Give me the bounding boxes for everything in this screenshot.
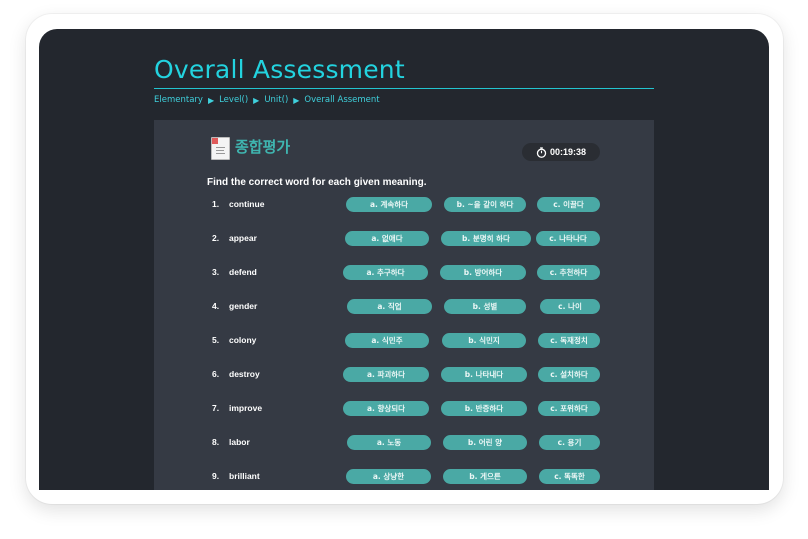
answer-option-c-button[interactable]: c. 포위하다	[538, 401, 600, 416]
question-number: 9.	[212, 471, 220, 481]
answer-option-a-button[interactable]: a. 추구하다	[343, 265, 428, 280]
answer-option-c-button[interactable]: c. 독재정치	[538, 333, 600, 348]
timer-value: 00:19:38	[549, 147, 587, 157]
answer-option-c-button[interactable]: c. 이끌다	[537, 197, 600, 212]
answer-option-b-button[interactable]: b. 반증하다	[441, 401, 527, 416]
app-screen: Overall Assessment Elementary ▶ Level() …	[39, 29, 769, 490]
question-row: 3. defend a. 추구하다 b. 방어하다 c. 추천하다	[154, 265, 654, 281]
question-row: 9. brilliant a. 상냥한 b. 게으른 c. 똑똑한	[154, 469, 654, 485]
answer-option-b-button[interactable]: b. 어린 양	[443, 435, 527, 450]
question-row: 4. gender a. 직업 b. 성별 c. 나이	[154, 299, 654, 315]
question-word: destroy	[229, 369, 260, 379]
question-number: 8.	[212, 437, 220, 447]
question-word: gender	[229, 301, 258, 311]
question-number: 5.	[212, 335, 220, 345]
breadcrumb-item-unit[interactable]: Unit()	[264, 95, 288, 105]
question-row: 7. improve a. 향상되다 b. 반증하다 c. 포위하다	[154, 401, 654, 417]
question-row: 1. continue a. 계속하다 b. ~을 같이 하다 c. 이끌다	[154, 197, 654, 213]
question-row: 6. destroy a. 파괴하다 b. 나타내다 c. 설치하다	[154, 367, 654, 383]
answer-option-b-button[interactable]: b. 방어하다	[440, 265, 526, 280]
answer-option-c-button[interactable]: c. 용기	[539, 435, 600, 450]
question-row: 5. colony a. 식민주 b. 식민지 c. 독재정치	[154, 333, 654, 349]
answer-option-b-button[interactable]: b. ~을 같이 하다	[444, 197, 526, 212]
title-divider	[154, 88, 654, 89]
answer-option-c-button[interactable]: c. 추천하다	[537, 265, 600, 280]
instruction-text: Find the correct word for each given mea…	[207, 177, 427, 188]
breadcrumb: Elementary ▶ Level() ▶ Unit() ▶ Overall …	[154, 95, 380, 105]
answer-option-a-button[interactable]: a. 없애다	[345, 231, 429, 246]
page-title: Overall Assessment	[154, 55, 405, 84]
question-number: 7.	[212, 403, 220, 413]
assessment-panel: 종합평가 00:19:38 Find the correct word for …	[154, 120, 654, 490]
question-word: colony	[229, 335, 257, 345]
breadcrumb-item-level[interactable]: Level()	[219, 95, 248, 105]
answer-option-a-button[interactable]: a. 계속하다	[346, 197, 432, 212]
answer-option-b-button[interactable]: b. 나타내다	[441, 367, 527, 382]
answer-option-b-button[interactable]: b. 식민지	[442, 333, 526, 348]
question-word: labor	[229, 437, 250, 447]
breadcrumb-item-current: Overall Assement	[304, 95, 380, 105]
breadcrumb-arrow-icon: ▶	[253, 95, 260, 105]
question-word: continue	[229, 199, 265, 209]
answer-option-b-button[interactable]: b. 분명히 하다	[441, 231, 531, 246]
answer-option-b-button[interactable]: b. 게으른	[443, 469, 527, 484]
question-number: 3.	[212, 267, 220, 277]
question-word: defend	[229, 267, 257, 277]
document-icon	[211, 137, 230, 160]
answer-option-c-button[interactable]: c. 나타나다	[536, 231, 600, 246]
answer-option-a-button[interactable]: a. 노동	[347, 435, 431, 450]
timer-badge: 00:19:38	[522, 143, 600, 161]
question-number: 4.	[212, 301, 220, 311]
answer-option-c-button[interactable]: c. 나이	[540, 299, 600, 314]
breadcrumb-arrow-icon: ▶	[293, 95, 300, 105]
question-word: brilliant	[229, 471, 260, 481]
question-word: appear	[229, 233, 257, 243]
question-number: 1.	[212, 199, 220, 209]
question-row: 2. appear a. 없애다 b. 분명히 하다 c. 나타나다	[154, 231, 654, 247]
answer-option-a-button[interactable]: a. 파괴하다	[343, 367, 429, 382]
question-row: 8. labor a. 노동 b. 어린 양 c. 용기	[154, 435, 654, 451]
answer-option-a-button[interactable]: a. 직업	[347, 299, 432, 314]
answer-option-b-button[interactable]: b. 성별	[444, 299, 526, 314]
answer-option-c-button[interactable]: c. 똑똑한	[539, 469, 600, 484]
answer-option-c-button[interactable]: c. 설치하다	[538, 367, 600, 382]
breadcrumb-item-elementary[interactable]: Elementary	[154, 95, 203, 105]
question-word: improve	[229, 403, 263, 413]
answer-option-a-button[interactable]: a. 향상되다	[343, 401, 429, 416]
answer-option-a-button[interactable]: a. 식민주	[345, 333, 429, 348]
panel-title: 종합평가	[235, 138, 291, 156]
answer-option-a-button[interactable]: a. 상냥한	[346, 469, 431, 484]
question-number: 6.	[212, 369, 220, 379]
breadcrumb-arrow-icon: ▶	[207, 95, 215, 105]
question-number: 2.	[212, 233, 220, 243]
stopwatch-icon	[536, 146, 547, 158]
